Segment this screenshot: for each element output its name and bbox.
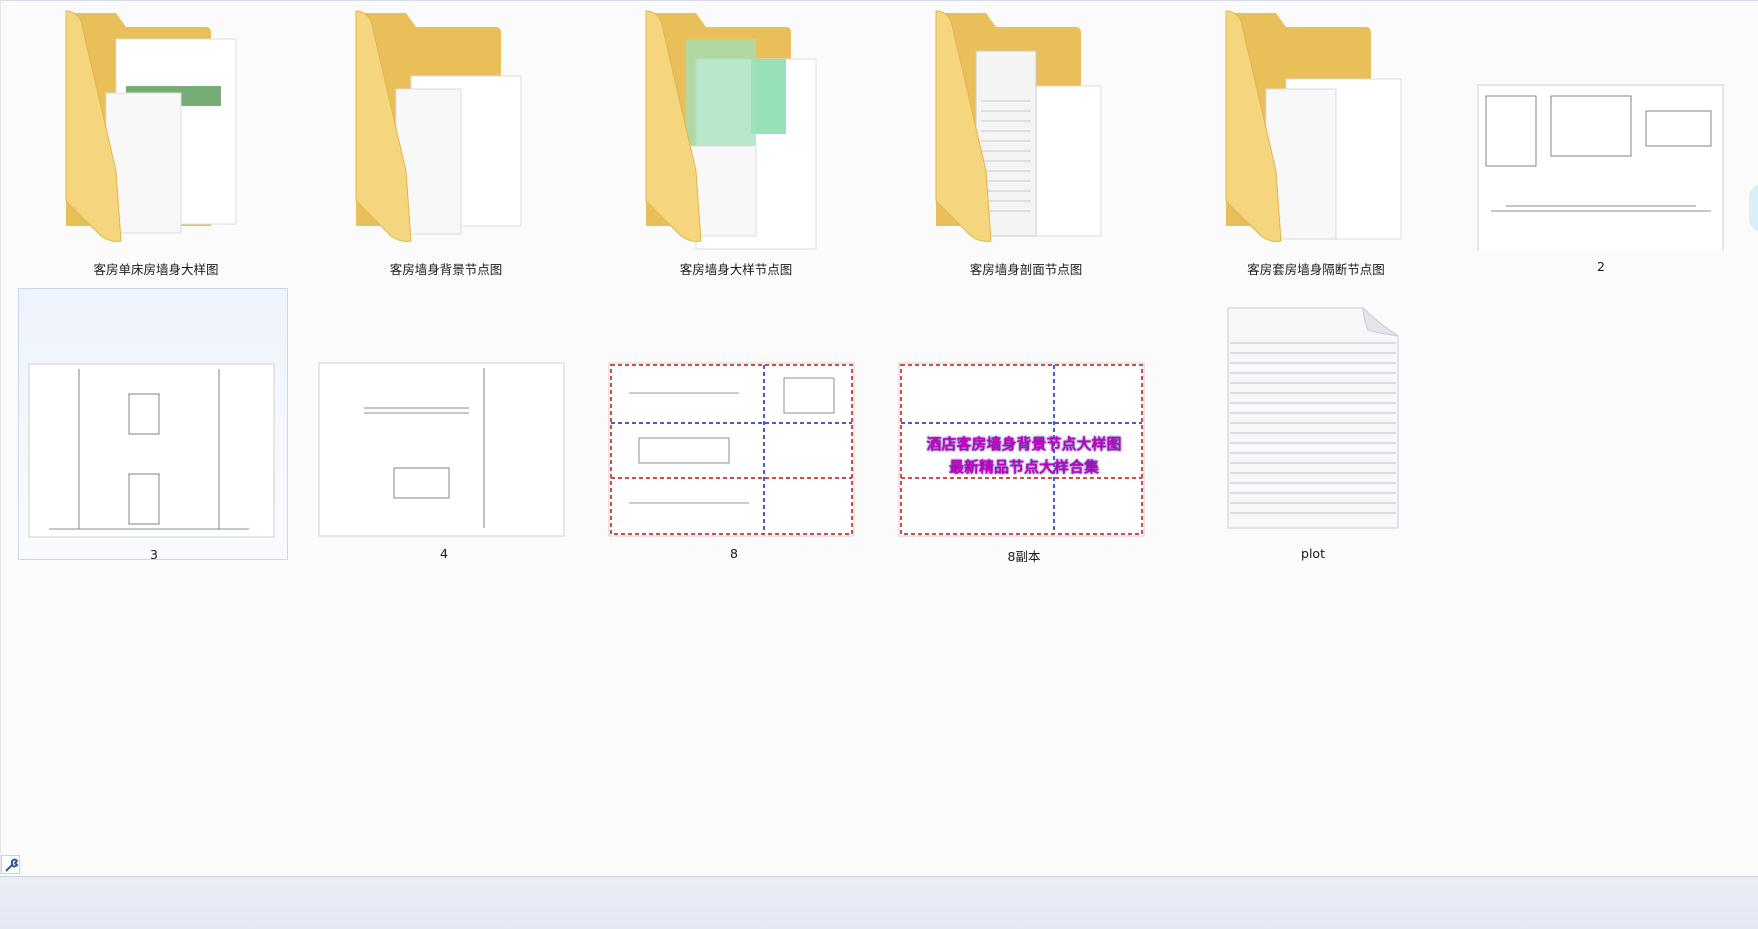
folder-label: 客房单床房墙身大样图 bbox=[93, 262, 219, 277]
image-thumbnail-icon bbox=[28, 363, 275, 538]
wrench-icon[interactable] bbox=[1, 855, 20, 874]
file-view-pane[interactable]: 客房单床房墙身大样图 客房墙身背景节点图 客房墙身大样节点图 客房墙身剖面节点图… bbox=[0, 0, 1758, 876]
text-document-icon bbox=[1227, 306, 1399, 529]
folder-icon bbox=[355, 10, 522, 242]
scroll-edge-indicator bbox=[1749, 183, 1758, 233]
image-label: 8 bbox=[730, 546, 738, 561]
image-thumbnail-icon bbox=[1477, 84, 1724, 251]
folder-label: 客房套房墙身隔断节点图 bbox=[1247, 262, 1385, 277]
image-label: 4 bbox=[440, 546, 448, 561]
image-thumbnail-icon bbox=[318, 362, 565, 537]
folder-icon bbox=[645, 10, 817, 250]
folder-label: 客房墙身剖面节点图 bbox=[969, 262, 1083, 277]
folder-item-3[interactable]: 客房墙身大样节点图 bbox=[601, 1, 871, 277]
folder-icon bbox=[65, 10, 237, 242]
image-item-2[interactable]: 2 bbox=[1466, 1, 1736, 274]
overlay-title-line2: 最新精品节点大样合集 bbox=[948, 458, 1099, 476]
image-item-3[interactable]: 3 bbox=[18, 288, 288, 562]
document-item-plot[interactable]: plot bbox=[1178, 288, 1448, 561]
image-item-4[interactable]: 4 bbox=[309, 288, 579, 561]
folder-item-5[interactable]: 客房套房墙身隔断节点图 bbox=[1181, 1, 1451, 277]
image-thumbnail-icon bbox=[898, 362, 1145, 537]
folder-item-2[interactable]: 客房墙身背景节点图 bbox=[311, 1, 581, 277]
status-bar bbox=[0, 876, 1758, 929]
folder-label: 客房墙身大样节点图 bbox=[679, 262, 793, 277]
image-thumbnail-icon bbox=[608, 362, 855, 537]
document-label: plot bbox=[1301, 546, 1325, 561]
image-label: 2 bbox=[1597, 259, 1605, 274]
folder-label: 客房墙身背景节点图 bbox=[389, 262, 503, 277]
image-label: 8副本 bbox=[1007, 549, 1041, 564]
folder-icon bbox=[1225, 10, 1402, 242]
image-item-8[interactable]: 8 bbox=[599, 288, 869, 561]
folder-icon bbox=[935, 10, 1102, 242]
overlay-title-line1: 酒店客房墙身背景节点大样图 bbox=[926, 435, 1122, 453]
folder-item-4[interactable]: 客房墙身剖面节点图 bbox=[891, 1, 1161, 277]
image-item-8-copy[interactable]: 酒店客房墙身背景节点大样图 最新精品节点大样合集 8副本 bbox=[889, 288, 1159, 564]
image-label: 3 bbox=[150, 547, 158, 562]
folder-item-1[interactable]: 客房单床房墙身大样图 bbox=[21, 1, 291, 277]
